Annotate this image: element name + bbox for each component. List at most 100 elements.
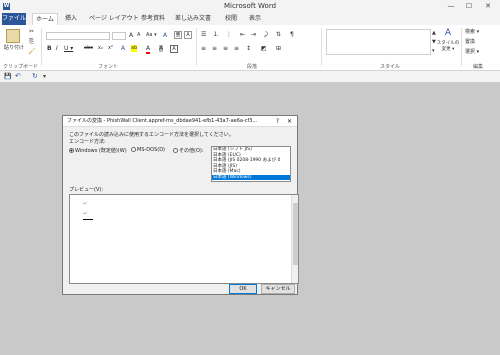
tab-page-layout[interactable]: ページ レイアウト [86, 13, 142, 25]
maximize-button[interactable]: ☐ [462, 1, 476, 11]
text-effects-icon[interactable]: A [121, 45, 125, 52]
italic-button[interactable]: I [56, 45, 58, 52]
sort-icon[interactable]: ⇅ [276, 31, 281, 38]
close-button[interactable]: ✕ [481, 1, 495, 11]
highlight-icon[interactable]: ab [131, 45, 138, 52]
radio-unselected-icon [173, 148, 178, 153]
preview-scrollbar[interactable] [291, 195, 298, 283]
radio-windows[interactable]: Windows (既定値)(W) [69, 147, 127, 154]
change-styles-button[interactable]: スタイルの 変更 ▾ [436, 41, 460, 52]
list-item-selected[interactable]: 日本語 (Windows) [212, 174, 290, 180]
ruby-icon[interactable]: 亜 [174, 31, 182, 39]
change-styles-icon[interactable]: A [442, 28, 454, 39]
borders-icon[interactable]: ⊞ [276, 45, 281, 52]
tab-mailings[interactable]: 差し込み文書 [172, 13, 214, 25]
radio-windows-label: Windows (既定値)(W) [75, 148, 127, 154]
radio-other[interactable]: その他(O): [173, 147, 204, 154]
help-icon[interactable]: ? [276, 116, 279, 127]
show-marks-icon[interactable]: ¶ [290, 31, 294, 38]
enclose-char-icon[interactable]: A [184, 31, 192, 39]
increase-indent-icon[interactable]: ⇥ [251, 31, 256, 38]
line-spacing-icon[interactable]: ↕ [246, 45, 251, 52]
font-size-dropdown[interactable] [112, 32, 126, 40]
ribbon: 貼り付け ✂ ⎘ 🖌 クリップボード A A Aa ▾ A 亜 A B I U … [0, 25, 500, 71]
justify-button[interactable]: ≡ [234, 45, 239, 52]
paragraph-group-label: 段落 [247, 64, 258, 70]
preview-line: ↵ [83, 211, 88, 217]
tab-file[interactable]: ファイル [2, 13, 26, 25]
subscript-button[interactable]: x₂ [98, 45, 103, 52]
cancel-button[interactable]: キャンセル [261, 284, 295, 294]
bullets-icon[interactable]: ☰ [201, 31, 206, 38]
radio-other-label: その他(O): [179, 148, 204, 154]
styles-gallery[interactable] [326, 29, 431, 55]
minimize-button[interactable]: — [444, 1, 458, 11]
grow-font-icon[interactable]: A [129, 32, 133, 39]
undo-icon[interactable]: ↶ [15, 72, 21, 81]
multilevel-icon[interactable]: ⋮ [226, 31, 232, 38]
font-group-label: フォント [98, 64, 119, 70]
styles-more-icon[interactable]: ▾ [432, 47, 435, 56]
copy-icon[interactable]: ⎘ [28, 38, 35, 45]
ok-button[interactable]: OK [229, 284, 257, 294]
radio-unselected-icon [131, 147, 136, 152]
change-case-icon[interactable]: Aa ▾ [146, 32, 157, 39]
font-color-icon[interactable]: A [146, 45, 151, 54]
preview-label: プレビュー(V): [69, 187, 104, 193]
encoding-label: エンコード方法: [69, 139, 106, 145]
decrease-indent-icon[interactable]: ⇤ [240, 31, 245, 38]
group-divider [321, 28, 322, 66]
clipboard-group-label: クリップボード [3, 64, 39, 70]
preview-pane[interactable]: ↵ ↵ [69, 194, 299, 284]
group-divider [41, 28, 42, 66]
group-divider [196, 28, 197, 66]
tab-review[interactable]: 校閲 [222, 13, 240, 25]
editing-group-label: 編集 [473, 64, 484, 70]
superscript-button[interactable]: x² [108, 45, 113, 52]
char-shading-icon[interactable]: A [159, 45, 164, 52]
preview-cursor [83, 219, 93, 220]
paste-icon[interactable] [6, 29, 20, 43]
font-name-dropdown[interactable] [46, 32, 110, 40]
asian-layout-icon[interactable]: ⤸ [264, 31, 268, 38]
encoding-list[interactable]: 日本語 (シフト JIS) 日本語 (EUC) 日本語 (JIS 0208-19… [211, 146, 291, 182]
window-title: Microsoft Word [223, 2, 277, 10]
radio-msdos[interactable]: MS-DOS(D) [131, 147, 165, 153]
dialog-close-icon[interactable]: ✕ [287, 116, 292, 127]
styles-scroll-up-icon[interactable]: ▲ [432, 29, 436, 38]
align-left-button[interactable]: ≡ [201, 45, 206, 52]
format-painter-icon[interactable]: 🖌 [28, 48, 36, 55]
redo-icon[interactable]: ↻ [32, 72, 38, 81]
underline-button[interactable]: U ▾ [64, 45, 73, 52]
shading-icon[interactable]: ◩ [261, 45, 267, 52]
radio-selected-icon [69, 148, 74, 153]
replace-button[interactable]: 置換 [465, 39, 475, 46]
select-button[interactable]: 選択 ▾ [465, 49, 479, 56]
tab-home[interactable]: ホーム [32, 13, 58, 25]
paste-button[interactable]: 貼り付け [2, 45, 26, 52]
shrink-font-icon[interactable]: A [137, 32, 140, 39]
quick-access-toolbar: 💾 ↶ ↻ ▾ [0, 71, 500, 82]
tab-references[interactable]: 参考資料 [138, 13, 168, 25]
numbering-icon[interactable]: ⒈ [213, 31, 219, 38]
clear-format-icon[interactable]: A [163, 32, 167, 39]
preview-line: ↵ [83, 201, 88, 207]
find-button[interactable]: 検索 ▾ [465, 29, 479, 36]
styles-group-label: スタイル [380, 64, 401, 70]
list-item[interactable]: 日本語 (JIS 0208-1990 および 0 [212, 158, 290, 164]
cut-icon[interactable]: ✂ [28, 28, 35, 35]
ribbon-tabs: ファイル ホーム 挿入 ページ レイアウト 参考資料 差し込み文書 校閲 表示 [0, 13, 500, 25]
tab-insert[interactable]: 挿入 [62, 13, 80, 25]
align-right-button[interactable]: ≡ [223, 45, 228, 52]
strikethrough-button[interactable]: abc [84, 45, 93, 52]
tab-view[interactable]: 表示 [246, 13, 264, 25]
file-conversion-dialog: ファイルの変換 - PhishWall Client.appref-ms_dbd… [62, 115, 299, 295]
bold-button[interactable]: B [47, 45, 52, 52]
group-divider [461, 28, 462, 66]
align-center-button[interactable]: ≡ [212, 45, 217, 52]
title-bar: W Microsoft Word — ☐ ✕ [0, 0, 500, 13]
save-icon[interactable]: 💾 [4, 72, 11, 81]
char-border-icon[interactable]: A [170, 45, 178, 53]
scrollbar-thumb[interactable] [293, 203, 298, 265]
qat-customize-icon[interactable]: ▾ [43, 72, 46, 81]
